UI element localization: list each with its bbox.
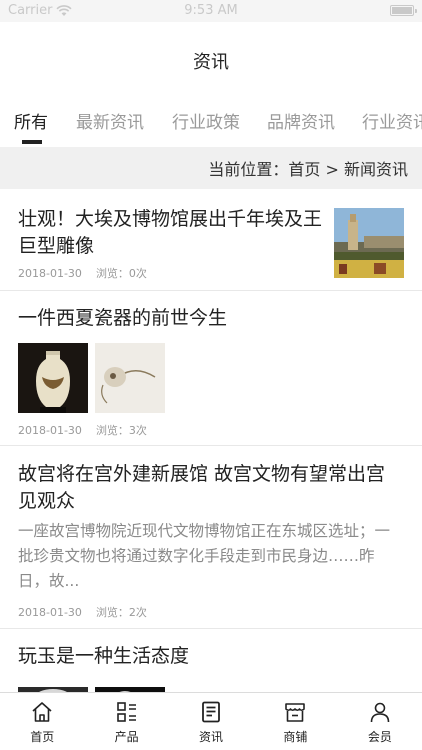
article-item[interactable]: 故宫将在宫外建新展馆 故宫文物有望常出宫见观众 一座故宫博物院近现代文物博物馆正… (0, 446, 422, 629)
tab-industry-news[interactable]: 行业资讯 (362, 108, 422, 133)
category-tabs: 所有 最新资讯 行业政策 品牌资讯 行业资讯 (0, 100, 422, 144)
breadcrumb-text: 当前位置：首页 > 新闻资讯 (208, 160, 408, 179)
active-tab-indicator (22, 140, 42, 144)
news-icon (202, 701, 220, 723)
user-icon (370, 702, 390, 723)
article-date: 2018-01-30 (18, 267, 82, 280)
article-title[interactable]: 一件西夏瓷器的前世今生 (18, 305, 404, 332)
tab-brand-news[interactable]: 品牌资讯 (267, 108, 335, 133)
article-views: 浏览：0次 (95, 267, 147, 280)
article-thumbnail[interactable] (95, 682, 165, 692)
article-date: 2018-01-30 (18, 424, 82, 437)
tab-industry-policy[interactable]: 行业政策 (172, 108, 240, 133)
battery-icon (390, 5, 417, 16)
status-bar: Carrier 9:53 AM (0, 0, 422, 22)
tabbar-home[interactable]: 首页 (0, 693, 84, 750)
tab-latest-news[interactable]: 最新资讯 (76, 108, 144, 133)
battery-fill (392, 7, 412, 14)
article-title[interactable]: 玩玉是一种生活态度 (18, 643, 404, 670)
article-thumbnail[interactable] (334, 208, 404, 278)
home-icon (32, 702, 52, 722)
tabbar-news[interactable]: 资讯 (169, 693, 253, 750)
article-thumbnail[interactable] (95, 343, 165, 413)
article-meta: 2018-01-30 浏览：0次 (18, 265, 147, 281)
article-item[interactable]: 一件西夏瓷器的前世今生 2018-01-30 浏览：3次 (0, 291, 422, 446)
tabbar-store[interactable]: 商铺 (253, 693, 337, 750)
article-thumbnail[interactable] (18, 682, 88, 692)
tabbar-products[interactable]: 产品 (84, 693, 168, 750)
article-views: 浏览：3次 (95, 424, 147, 437)
tabbar-news-label: 资讯 (199, 730, 224, 744)
tabbar-member[interactable]: 会员 (338, 693, 422, 750)
article-date: 2018-01-30 (18, 606, 82, 619)
tabbar-member-label: 会员 (367, 730, 392, 744)
store-icon (285, 703, 306, 722)
article-title[interactable]: 故宫将在宫外建新展馆 故宫文物有望常出宫见观众 (18, 461, 404, 515)
article-meta: 2018-01-30 浏览：3次 (18, 422, 147, 438)
article-views: 浏览：2次 (95, 606, 147, 619)
grid-list-icon (116, 702, 136, 722)
bottom-tab-bar: 首页 产品 资讯 商铺 会员 (0, 692, 422, 750)
tabbar-home-label: 首页 (30, 730, 55, 744)
clock: 9:53 AM (184, 3, 238, 18)
article-summary: 一座故宫博物院近现代文物博物馆正在东城区选址；一批珍贵文物也将通过数字化手段走到… (18, 522, 391, 590)
article-title[interactable]: 壮观！大埃及博物馆展出千年埃及王巨型雕像 (18, 206, 326, 260)
tabbar-products-label: 产品 (114, 730, 139, 744)
page-title: 资讯 (193, 52, 229, 73)
article-item[interactable]: 壮观！大埃及博物馆展出千年埃及王巨型雕像 2018-01-30 浏览：0次 (0, 189, 422, 291)
tabbar-store-label: 商铺 (283, 730, 308, 744)
breadcrumb: 当前位置：首页 > 新闻资讯 (0, 147, 422, 189)
tab-all[interactable]: 所有 (14, 108, 48, 133)
article-thumbnail[interactable] (18, 343, 88, 413)
article-meta: 2018-01-30 浏览：2次 (18, 604, 147, 620)
